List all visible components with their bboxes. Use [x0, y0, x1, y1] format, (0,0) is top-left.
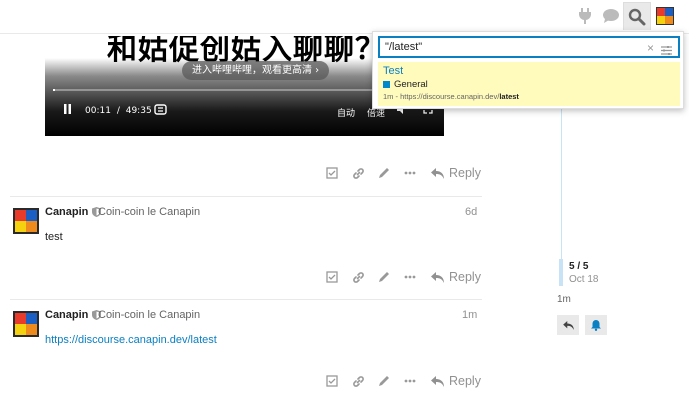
clear-search-icon[interactable]: × — [647, 41, 654, 55]
time-current: 00:11 — [85, 106, 111, 116]
post-actions: Reply — [319, 370, 481, 392]
video-time: 00:11 / 49:35 — [85, 106, 152, 116]
search-result-category-label: General — [394, 79, 428, 90]
more-icon[interactable] — [397, 370, 423, 392]
reply-button[interactable]: Reply — [431, 374, 481, 388]
hd-prompt-button[interactable]: 进入哔哩哔哩，观看更高清 › — [182, 61, 330, 80]
search-result-blurb: 1m - https://discourse.canapin.dev/lates… — [383, 92, 519, 101]
link-icon[interactable] — [345, 162, 371, 184]
search-result[interactable]: Test General 1m - https://discourse.cana… — [378, 62, 680, 106]
category-swatch-icon — [383, 81, 390, 88]
search-icon[interactable] — [623, 2, 651, 30]
timeline-reply-button[interactable] — [557, 315, 579, 335]
post-body: https://discourse.canapin.dev/latest — [45, 334, 217, 346]
reply-icon — [431, 167, 444, 179]
post-username[interactable]: Canapin — [45, 206, 88, 218]
search-result-blurb-highlight: latest — [499, 92, 519, 101]
post-avatar[interactable] — [13, 208, 39, 234]
post-divider — [10, 196, 482, 197]
timeline-date: Oct 18 — [569, 274, 599, 285]
reply-icon — [431, 271, 444, 283]
danmaku-toggle-icon[interactable] — [154, 103, 167, 119]
edit-pencil-icon[interactable] — [371, 370, 397, 392]
edit-pencil-icon[interactable] — [371, 266, 397, 288]
post-author[interactable]: Canapin — [45, 206, 102, 218]
reply-label: Reply — [449, 166, 481, 180]
post-body: test — [45, 231, 63, 243]
post-actions: Reply — [319, 266, 481, 288]
timeline-count: 5 / 5 — [569, 261, 589, 272]
reply-icon — [431, 375, 444, 387]
link-icon[interactable] — [345, 370, 371, 392]
chat-icon[interactable] — [597, 3, 625, 29]
search-result-title[interactable]: Test — [383, 65, 403, 77]
solved-checkbox-icon[interactable] — [319, 162, 345, 184]
more-icon[interactable] — [397, 162, 423, 184]
post-avatar[interactable] — [13, 311, 39, 337]
post-username[interactable]: Canapin — [45, 309, 88, 321]
reply-button[interactable]: Reply — [431, 166, 481, 180]
solved-checkbox-icon[interactable] — [319, 370, 345, 392]
post-date[interactable]: 1m — [462, 309, 477, 321]
quality-auto-button[interactable]: 自动 — [337, 106, 355, 119]
post-link[interactable]: https://discourse.canapin.dev/latest — [45, 334, 217, 346]
post-author[interactable]: Canapin — [45, 309, 102, 321]
post-divider — [10, 299, 482, 300]
bell-icon — [591, 319, 601, 331]
notification-bell-button[interactable] — [585, 315, 607, 335]
reply-button[interactable]: Reply — [431, 270, 481, 284]
solved-checkbox-icon[interactable] — [319, 266, 345, 288]
post-date[interactable]: 6d — [465, 206, 477, 218]
time-total: 49:35 — [125, 106, 152, 116]
post-full-name: Coin-coin le Canapin — [98, 206, 201, 218]
more-icon[interactable] — [397, 266, 423, 288]
play-pause-button[interactable] — [63, 104, 72, 117]
reply-label: Reply — [449, 270, 481, 284]
search-options-icon[interactable] — [661, 42, 672, 60]
time-separator: / — [116, 106, 120, 116]
search-input[interactable] — [378, 36, 680, 58]
post-actions: Reply — [319, 162, 481, 184]
timeline-handle[interactable] — [559, 259, 563, 286]
post-full-name: Coin-coin le Canapin — [98, 309, 201, 321]
reply-label: Reply — [449, 374, 481, 388]
search-result-category[interactable]: General — [383, 79, 428, 90]
site-header — [0, 0, 689, 34]
search-result-blurb-prefix: 1m - https://discourse.canapin.dev/ — [383, 92, 500, 101]
timeline-bottom-date[interactable]: 1m — [557, 294, 571, 305]
search-menu: × Test General 1m - https://discourse.ca… — [372, 31, 684, 109]
edit-pencil-icon[interactable] — [371, 162, 397, 184]
link-icon[interactable] — [345, 266, 371, 288]
reply-icon — [562, 320, 574, 330]
user-avatar[interactable] — [651, 3, 679, 29]
plugin-icon[interactable] — [571, 3, 599, 29]
